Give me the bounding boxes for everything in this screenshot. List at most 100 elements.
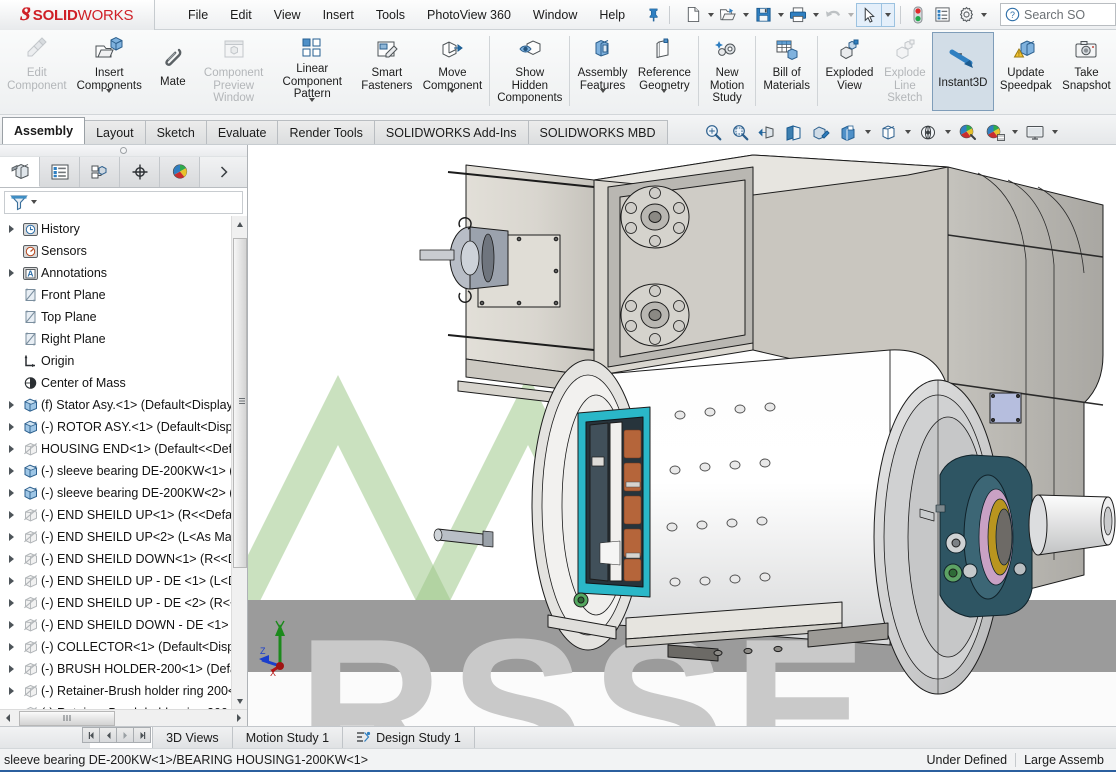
document-tab-motion-study-1[interactable]: Motion Study 1 (232, 727, 344, 749)
tree-node[interactable]: History (0, 218, 247, 240)
menu-item-window[interactable]: Window (522, 4, 588, 26)
tree-node[interactable]: Center of Mass (0, 372, 247, 394)
ribbon-bill-of-materials[interactable]: Bill of Materials (758, 30, 815, 114)
ribbon-move-component[interactable]: Move Component (418, 30, 488, 114)
ribbon-new-motion-study[interactable]: New Motion Study (701, 30, 753, 114)
expand-panel-button[interactable] (200, 156, 247, 187)
tree-node[interactable]: Sensors (0, 240, 247, 262)
hscroll-track[interactable] (16, 710, 231, 726)
ribbon-dropdown[interactable] (309, 97, 316, 116)
ribbon-linear-component-pattern[interactable]: Linear Component Pattern (268, 30, 356, 116)
tree-expand-toggle[interactable] (3, 687, 19, 696)
tab-dimxpert-manager[interactable] (120, 156, 160, 187)
tree-node[interactable]: (-) BRUSH HOLDER-200<1> (Defau (0, 658, 247, 680)
ribbon-insert-components[interactable]: Insert Components (72, 30, 147, 114)
feature-tree-hscrollbar[interactable] (0, 709, 247, 727)
graphics-viewport[interactable]: RSSE Z X (248, 145, 1116, 727)
select-icon[interactable] (856, 2, 883, 27)
tree-node[interactable]: (-) END SHEILD DOWN<1> (R<<D (0, 548, 247, 570)
command-tab-solidworks-mbd[interactable]: SOLIDWORKS MBD (527, 120, 668, 144)
vscroll-thumb[interactable] (233, 238, 247, 569)
tree-expand-toggle[interactable] (3, 599, 19, 608)
tree-node[interactable]: HOUSING END<1> (Default<<Defa (0, 438, 247, 460)
edit-appearance-icon[interactable] (809, 120, 834, 144)
tree-node[interactable]: Origin (0, 350, 247, 372)
tree-expand-toggle[interactable] (3, 577, 19, 586)
tree-expand-toggle[interactable] (3, 489, 19, 498)
ribbon-take-snapshot[interactable]: Take Snapshot (1057, 30, 1116, 114)
tree-node[interactable]: (f) Stator Asy.<1> (Default<Display (0, 394, 247, 416)
display-style-dropdown[interactable] (903, 120, 914, 144)
document-tab-design-study-1[interactable]: Design Study 1 (343, 727, 475, 749)
tree-node[interactable]: (-) END SHEILD DOWN - DE <1> (R (0, 614, 247, 636)
ribbon-smart-fasteners[interactable]: Smart Fasteners (356, 30, 418, 114)
section-view-icon[interactable] (782, 120, 807, 144)
undo-icon[interactable] (821, 3, 845, 27)
save-dropdown[interactable] (775, 3, 786, 27)
tree-expand-toggle[interactable] (3, 401, 19, 410)
tree-node[interactable]: Right Plane (0, 328, 247, 350)
command-tab-solidworks-add-ins[interactable]: SOLIDWORKS Add-Ins (373, 120, 529, 144)
command-tab-render-tools[interactable]: Render Tools (277, 120, 375, 144)
search-input[interactable]: Search SO (1024, 8, 1085, 22)
solidworks-logo[interactable]: 3S SOLID WORKS (0, 0, 155, 30)
search-box[interactable]: ? Search SO (1000, 3, 1116, 26)
display-style-icon[interactable] (876, 120, 901, 144)
tree-node[interactable]: (-) Retainer-Brush holder ring 200< (0, 702, 247, 710)
view-orientation-dropdown[interactable] (863, 120, 874, 144)
ribbon-component-preview-window[interactable]: Component Preview Window (199, 30, 269, 114)
tree-expand-toggle[interactable] (3, 511, 19, 520)
view-orientation-icon[interactable] (836, 120, 861, 144)
nav-next-button[interactable] (116, 727, 134, 744)
tab-feature-manager-tree[interactable] (0, 156, 40, 187)
ribbon-update-speedpak[interactable]: ! Update Speedpak (995, 30, 1057, 114)
print-icon[interactable] (786, 3, 810, 27)
tab-display-manager[interactable] (160, 156, 200, 187)
ribbon-edit-component[interactable]: Edit Component (2, 30, 72, 114)
ribbon-dropdown[interactable] (599, 89, 606, 107)
tree-node[interactable]: (-) sleeve bearing DE-200KW<2> (D (0, 482, 247, 504)
command-tab-sketch[interactable]: Sketch (144, 120, 207, 144)
tab-configuration-manager[interactable] (80, 156, 120, 187)
new-document-icon[interactable] (681, 3, 705, 27)
options-dropdown[interactable] (978, 3, 989, 27)
nav-first-button[interactable] (82, 727, 100, 744)
tree-expand-toggle[interactable] (3, 533, 19, 542)
tree-node[interactable]: A Annotations (0, 262, 247, 284)
tab-property-manager[interactable] (40, 156, 80, 187)
nav-previous-button[interactable] (99, 727, 117, 744)
tree-expand-toggle[interactable] (3, 445, 19, 454)
feature-tree-list[interactable]: History Sensors A Annotations Front Plane Top… (0, 216, 247, 710)
save-icon[interactable] (751, 3, 775, 27)
display-manager-dropdown[interactable] (1050, 120, 1061, 144)
options-gear-icon[interactable] (954, 3, 978, 27)
file-properties-icon[interactable] (930, 3, 954, 27)
hscroll-thumb[interactable] (19, 710, 115, 726)
filter-dropdown-caret[interactable] (31, 200, 37, 205)
menu-item-file[interactable]: File (177, 4, 219, 26)
feature-tree-vscrollbar[interactable] (231, 216, 247, 710)
print-dropdown[interactable] (810, 3, 821, 27)
ribbon-assembly-features[interactable]: Assembly Features (572, 30, 632, 114)
ribbon-mate[interactable]: Mate (147, 30, 199, 114)
tree-node[interactable]: (-) ROTOR ASY.<1> (Default<Displ (0, 416, 247, 438)
zoom-to-fit-icon[interactable] (701, 120, 726, 144)
hide-show-items-icon[interactable] (916, 120, 941, 144)
previous-view-icon[interactable] (755, 120, 780, 144)
new-document-dropdown[interactable] (705, 3, 716, 27)
view-settings-icon[interactable] (983, 120, 1008, 144)
ribbon-show-hidden-components[interactable]: Show Hidden Components (492, 30, 567, 114)
view-settings-dropdown[interactable] (1010, 120, 1021, 144)
tree-node[interactable]: (-) Retainer-Brush holder ring 200< (0, 680, 247, 702)
vscroll-down-arrow[interactable] (232, 693, 247, 710)
feature-tree-filter[interactable] (4, 190, 243, 215)
zoom-to-area-icon[interactable] (728, 120, 753, 144)
nav-last-button[interactable] (133, 727, 151, 744)
open-document-icon[interactable] (716, 3, 740, 27)
ribbon-reference-geometry[interactable]: Reference Geometry (633, 30, 696, 114)
document-tab-3d-views[interactable]: 3D Views (153, 727, 233, 749)
display-manager-icon[interactable] (1023, 120, 1048, 144)
tree-node[interactable]: (-) END SHEILD UP<1> (R<<Defau (0, 504, 247, 526)
tree-node[interactable]: Top Plane (0, 306, 247, 328)
ribbon-exploded-view[interactable]: Exploded View (820, 30, 878, 114)
